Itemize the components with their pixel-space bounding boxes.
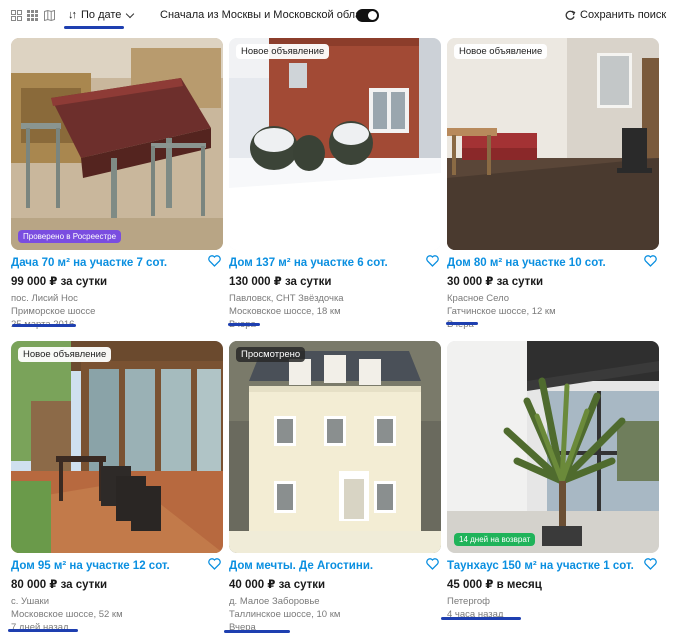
new-listing-badge: Новое объявление [18,347,112,362]
listing-location: Петергоф [447,596,490,607]
pen-underline [224,630,290,633]
listing-date: Вчера [447,318,659,331]
listing-photo[interactable]: Новое объявление [229,38,441,250]
moscow-first-label: Сначала из Москвы и Московской области [160,9,378,21]
listing-title[interactable]: Дом 95 м² на участке 12 сот. [11,560,223,572]
heart-icon[interactable] [644,255,657,267]
listing-card[interactable]: Новое объявление Дом 80 м² на участке 10… [447,38,659,331]
listing-highway: Московское шоссе, 52 км [11,609,123,620]
listing-highway: Московское шоссе, 18 км [229,306,341,317]
listing-date: 7 дней назад [11,622,69,633]
listing-photo[interactable]: Просмотрено [229,341,441,553]
listing-price: 30 000 ₽ за сутки [447,276,544,288]
listing-photo[interactable]: Новое объявление [447,38,659,250]
listing-photo[interactable]: Проверено в Росреестре [11,38,223,250]
save-search-button[interactable]: Сохранить поиск [565,9,666,21]
list-view-icon[interactable] [11,10,22,21]
listing-price: 40 000 ₽ за сутки [229,579,326,591]
listing-title[interactable]: Дом 137 м² на участке 6 сот. [229,257,441,269]
listing-card[interactable]: Проверено в Росреестре Дача 70 м² на уча… [11,38,223,331]
listing-title[interactable]: Дом мечты. Де Агостини. [229,560,441,572]
return-badge: 14 дней на возврат [454,533,536,546]
listing-price: 45 000 ₽ в месяц [447,579,542,591]
listing-location: с. Ушаки [11,596,50,607]
new-listing-badge: Новое объявление [236,44,330,59]
listing-highway: Гатчинское шоссе, 12 км [447,306,556,317]
listing-card[interactable]: Новое объявление Дом 95 м² на участке 12… [11,341,223,634]
new-listing-badge: Новое объявление [454,44,548,59]
heart-icon[interactable] [208,558,221,570]
listing-card[interactable]: Новое объявление Дом 137 м² на участке 6… [229,38,441,331]
grid-view-icon[interactable] [27,10,38,21]
heart-icon[interactable] [426,558,439,570]
listing-photo[interactable]: Новое объявление [11,341,223,553]
save-search-label: Сохранить поиск [580,9,667,21]
heart-icon[interactable] [426,255,439,267]
heart-icon[interactable] [644,558,657,570]
save-search-icon [565,10,576,20]
pen-underline [64,26,124,29]
listing-price: 80 000 ₽ за сутки [11,579,108,591]
pen-underline [228,323,260,326]
listing-price: 99 000 ₽ за сутки [11,276,108,288]
listing-price: 130 000 ₽ за сутки [229,276,332,288]
listing-date: Вчера [229,318,441,331]
listing-title[interactable]: Дача 70 м² на участке 7 сот. [11,257,223,269]
listing-location: Павловск, СНТ Звёздочка [229,293,344,304]
map-view-icon[interactable] [44,10,55,21]
listing-card[interactable]: 14 дней на возврат Таунхаус 150 м² на уч… [447,341,659,621]
listing-location: пос. Лисий Нос [11,293,78,304]
sort-icon: ↓↑ [68,9,77,21]
viewed-badge: Просмотрено [236,347,306,362]
sort-dropdown[interactable]: ↓↑ По дате [68,9,135,21]
verified-badge: Проверено в Росреестре [18,230,122,243]
listing-title[interactable]: Таунхаус 150 м² на участке 1 сот. [447,560,659,572]
heart-icon[interactable] [208,255,221,267]
listing-highway: Приморское шоссе [11,306,96,317]
pen-underline [8,629,78,632]
listing-photo[interactable]: 14 дней на возврат [447,341,659,553]
listing-title[interactable]: Дом 80 м² на участке 10 сот. [447,257,659,269]
pen-underline [12,324,76,327]
chevron-down-icon [126,9,135,18]
pen-underline [441,617,521,620]
listing-location: Красное Село [447,293,510,304]
pen-underline [446,322,478,325]
sort-label: По дате [81,9,122,21]
listing-card[interactable]: Просмотрено Дом мечты. Де Агостини. 40 0… [229,341,441,634]
listing-location: д. Малое Заборовье [229,596,320,607]
listing-highway: Таллинское шоссе, 10 км [229,609,341,620]
moscow-first-toggle[interactable] [356,9,379,22]
